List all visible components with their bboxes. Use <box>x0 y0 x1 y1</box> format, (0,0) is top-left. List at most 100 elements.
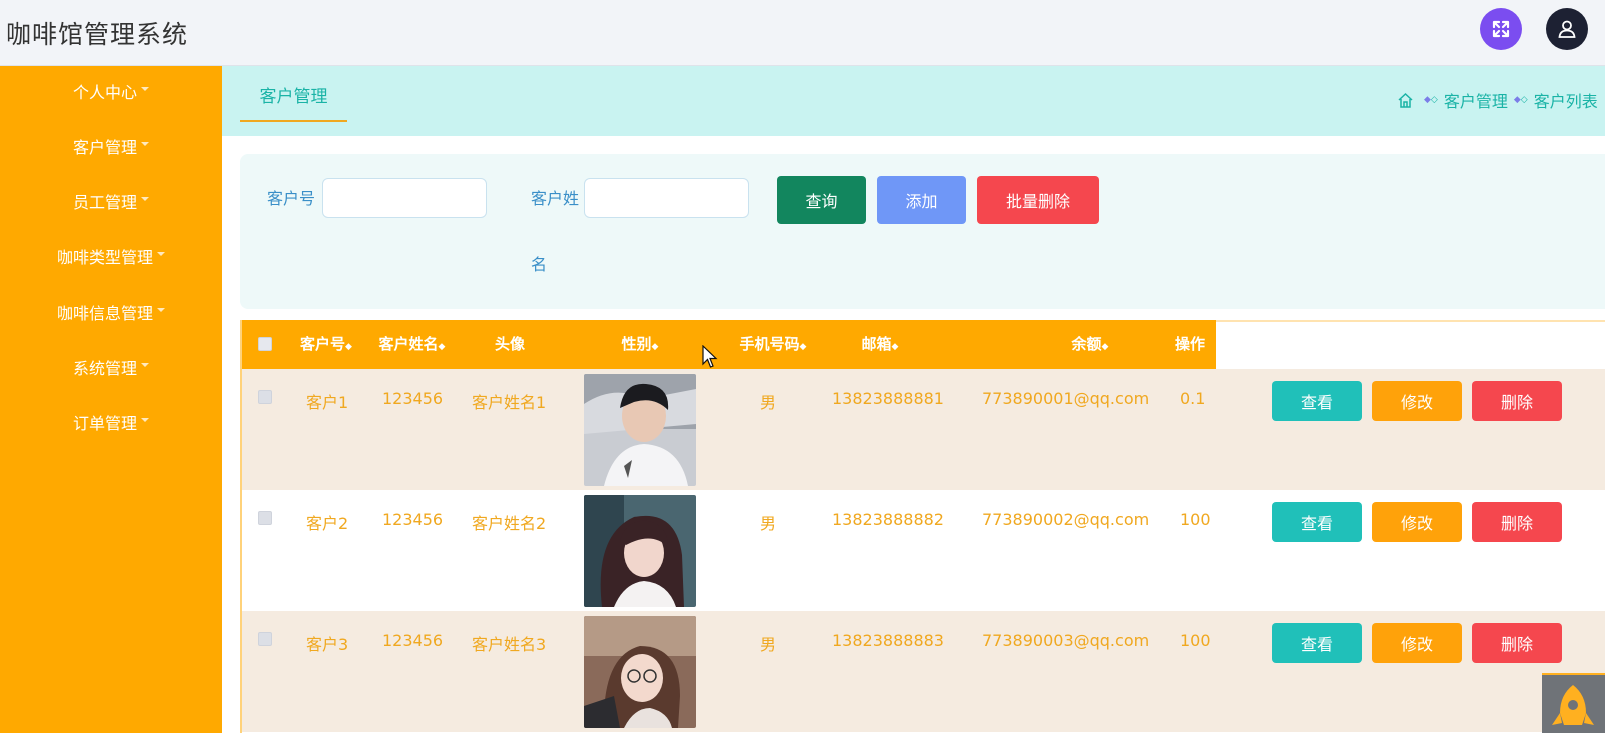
mouse-cursor-icon <box>702 345 718 368</box>
customer-name-label: 客户姓 <box>531 189 580 208</box>
cell-customer-no: 客户1 <box>306 393 349 412</box>
header-label: 手机号码 <box>739 335 800 353</box>
breadcrumb-separator-icon: ◆◇ <box>1424 95 1438 105</box>
user-avatar-button[interactable] <box>1546 8 1588 50</box>
header-label: 客户号 <box>300 335 346 353</box>
sort-icon: ◆ <box>345 342 352 352</box>
cell-customer-no: 客户3 <box>306 635 349 654</box>
tab-bar: 客户管理 ◆◇ 客户管理 ◆◇ 客户列表 <box>222 66 1605 136</box>
sidebar-item-label: 员工管理 <box>72 193 137 212</box>
header-customer-name[interactable]: 客户姓名◆ <box>372 320 452 369</box>
customer-no-input[interactable] <box>322 178 487 218</box>
cell-password: 123456 <box>382 510 444 529</box>
cell-email: 773890002@qq.com <box>982 510 1150 529</box>
header-email[interactable]: 邮箱◆ <box>850 320 910 369</box>
delete-button[interactable]: 删除 <box>1472 502 1562 542</box>
search-panel: 客户号 客户姓 名 查询 添加 批量删除 <box>240 154 1605 309</box>
delete-button[interactable]: 删除 <box>1472 381 1562 421</box>
caret-down-icon <box>141 142 149 146</box>
table-header-empty <box>1216 320 1605 369</box>
view-button[interactable]: 查看 <box>1272 502 1362 542</box>
sidebar-item-label: 咖啡信息管理 <box>56 304 153 323</box>
caret-down-icon <box>157 252 165 256</box>
delete-button[interactable]: 删除 <box>1472 623 1562 663</box>
sidebar-item-profile[interactable]: 个人中心 <box>0 71 222 111</box>
customer-name-label-wrap: 名 <box>531 255 548 274</box>
caret-down-icon <box>141 363 149 367</box>
header-customer-no[interactable]: 客户号◆ <box>295 320 357 369</box>
customer-name-input[interactable] <box>584 178 749 218</box>
edit-button[interactable]: 修改 <box>1372 623 1462 663</box>
sidebar-item-label: 系统管理 <box>72 359 137 378</box>
header-label: 邮箱 <box>861 335 892 353</box>
cell-email: 773890001@qq.com <box>982 389 1150 408</box>
cell-customer-name: 客户姓名1 <box>472 393 547 412</box>
header-balance[interactable]: 余额◆ <box>1060 320 1120 369</box>
cell-gender: 男 <box>760 514 777 533</box>
breadcrumb-level1[interactable]: 客户管理 <box>1444 88 1508 112</box>
fullscreen-button[interactable] <box>1480 8 1522 50</box>
cell-email: 773890003@qq.com <box>982 631 1150 650</box>
cell-customer-name: 客户姓名3 <box>472 635 547 654</box>
header-phone[interactable]: 手机号码◆ <box>728 320 818 369</box>
customer-table: 客户号◆ 客户姓名◆ 头像 性别◆ 手机号码◆ 邮箱◆ 余额◆ 操作 客户1 1… <box>240 320 1605 733</box>
breadcrumb-level2: 客户列表 <box>1533 92 1598 111</box>
sidebar-item-customers[interactable]: 客户管理 <box>0 126 222 166</box>
sort-icon: ◆ <box>891 342 899 352</box>
breadcrumb: ◆◇ 客户管理 ◆◇ 客户列表 <box>1397 88 1598 112</box>
sidebar-item-orders[interactable]: 订单管理 <box>0 402 222 442</box>
customer-avatar-image[interactable] <box>584 616 696 728</box>
cell-phone: 13823888883 <box>832 631 944 650</box>
view-button[interactable]: 查看 <box>1272 381 1362 421</box>
app-title: 咖啡馆管理系统 <box>6 20 189 49</box>
rocket-icon <box>1552 685 1594 725</box>
sort-icon: ◆ <box>438 342 446 352</box>
table-header: 客户号◆ 客户姓名◆ 头像 性别◆ 手机号码◆ 邮箱◆ 余额◆ 操作 <box>240 320 1216 369</box>
customer-avatar-image[interactable] <box>584 495 696 607</box>
sort-icon: ◆ <box>651 342 659 352</box>
sidebar-item-system[interactable]: 系统管理 <box>0 347 222 387</box>
cell-password: 123456 <box>382 389 444 408</box>
row-checkbox[interactable] <box>258 390 272 404</box>
tab-customer-management[interactable]: 客户管理 <box>240 85 347 122</box>
user-icon <box>1558 20 1576 38</box>
cell-customer-name: 客户姓名2 <box>472 514 547 533</box>
cell-gender: 男 <box>760 393 777 412</box>
sidebar-item-label: 咖啡类型管理 <box>56 248 153 267</box>
row-checkbox[interactable] <box>258 511 272 525</box>
batch-delete-button[interactable]: 批量删除 <box>977 176 1099 224</box>
sidebar-item-employees[interactable]: 员工管理 <box>0 181 222 221</box>
sort-icon: ◆ <box>1101 342 1109 352</box>
header-label: 性别 <box>621 335 652 353</box>
edit-button[interactable]: 修改 <box>1372 502 1462 542</box>
fullscreen-icon <box>1492 20 1510 38</box>
add-button[interactable]: 添加 <box>877 176 966 224</box>
floating-widget[interactable] <box>1542 673 1605 733</box>
row-checkbox[interactable] <box>258 632 272 646</box>
header-label: 客户姓名 <box>378 335 439 353</box>
select-all-checkbox[interactable] <box>258 337 272 351</box>
query-button[interactable]: 查询 <box>777 176 866 224</box>
sort-icon: ◆ <box>799 342 807 352</box>
sidebar-item-label: 个人中心 <box>72 83 137 102</box>
header-avatar: 头像 <box>494 335 525 353</box>
top-header: 咖啡馆管理系统 <box>0 0 1605 66</box>
caret-down-icon <box>141 418 149 422</box>
cell-balance: 0.1 <box>1180 389 1206 408</box>
customer-avatar-image[interactable] <box>584 374 696 486</box>
caret-down-icon <box>141 197 149 201</box>
sidebar-item-coffee-types[interactable]: 咖啡类型管理 <box>0 236 222 276</box>
sidebar-item-coffee-info[interactable]: 咖啡信息管理 <box>0 292 222 332</box>
table-row: 客户3 123456 客户姓名3 男 13823888883 773890003… <box>240 611 1605 732</box>
caret-down-icon <box>157 308 165 312</box>
sidebar-item-label: 客户管理 <box>72 138 137 157</box>
home-icon[interactable] <box>1397 92 1414 109</box>
header-gender[interactable]: 性别◆ <box>610 320 670 369</box>
table-row: 客户1 123456 客户姓名1 男 13823888881 773890001… <box>240 369 1605 490</box>
edit-button[interactable]: 修改 <box>1372 381 1462 421</box>
header-actions: 操作 <box>1174 335 1205 353</box>
cell-phone: 13823888881 <box>832 389 944 408</box>
view-button[interactable]: 查看 <box>1272 623 1362 663</box>
cell-balance: 100 <box>1180 631 1211 650</box>
cell-phone: 13823888882 <box>832 510 944 529</box>
